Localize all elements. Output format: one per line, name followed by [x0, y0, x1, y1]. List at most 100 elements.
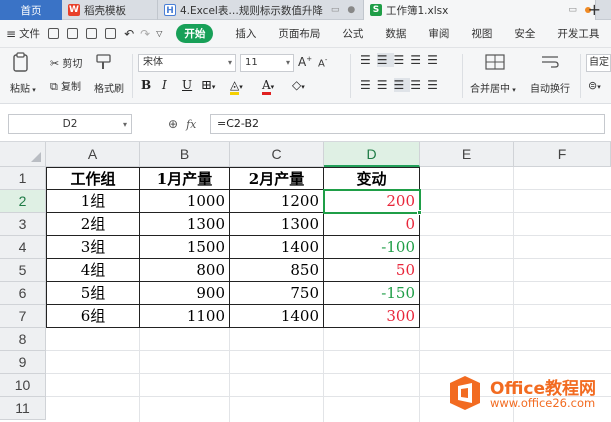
distributed-icon[interactable]: ☰ [427, 78, 444, 92]
row-header-3[interactable]: 3 [0, 213, 46, 236]
italic-button[interactable]: I [162, 78, 167, 92]
fill-color-button[interactable]: ◬▾ [230, 78, 243, 95]
cell-a7[interactable]: 6组 [47, 305, 139, 328]
tab-insert[interactable]: 插入 [235, 26, 256, 41]
fill-handle[interactable] [417, 210, 422, 215]
row-header-10[interactable]: 10 [0, 374, 46, 397]
cell-a5[interactable]: 4组 [47, 259, 139, 282]
number-format-select[interactable]: 自定 [586, 54, 611, 72]
zoom-search-icon[interactable]: ⊕ [168, 117, 178, 131]
cell-a1[interactable]: 工作组 [47, 168, 139, 191]
cell-a2[interactable]: 1组 [47, 190, 139, 213]
cut-button[interactable]: ✂ 剪切 [50, 55, 82, 70]
cell-a3[interactable]: 2组 [47, 213, 139, 236]
cell-a6[interactable]: 5组 [47, 282, 139, 305]
decrease-font-button[interactable]: A- [318, 56, 327, 69]
cell-c3[interactable]: 1300 [230, 213, 323, 236]
cell-c4[interactable]: 1400 [230, 236, 323, 259]
row-header-5[interactable]: 5 [0, 259, 46, 282]
cell-c7[interactable]: 1400 [230, 305, 323, 328]
align-right-icon[interactable]: ☰ [393, 78, 411, 92]
row-header-9[interactable]: 9 [0, 351, 46, 374]
borders-button[interactable]: ⊞▾ [201, 78, 215, 93]
tab-security[interactable]: 安全 [514, 26, 535, 41]
tab-page-layout[interactable]: 页面布局 [278, 26, 320, 41]
name-box[interactable]: D2 ▾ [8, 114, 132, 134]
cell-d6[interactable]: -150 [324, 282, 419, 305]
vertical-align-group[interactable]: ☰☰☰☰☰ [360, 53, 444, 67]
column-header-a[interactable]: A [46, 142, 140, 167]
tab-data[interactable]: 数据 [385, 26, 406, 41]
print-icon[interactable] [86, 28, 98, 39]
fx-icon[interactable]: fx [186, 118, 196, 131]
cell-c2[interactable]: 1200 [230, 190, 323, 213]
align-bottom-icon[interactable]: ☰ [394, 53, 411, 67]
cell-b5[interactable]: 800 [140, 259, 229, 282]
cell-b7[interactable]: 1100 [140, 305, 229, 328]
row-header-2[interactable]: 2 [0, 190, 46, 213]
tab-view[interactable]: 视图 [471, 26, 492, 41]
horizontal-align-group[interactable]: ☰☰☰☰☰ [360, 78, 444, 92]
cell-b4[interactable]: 1500 [140, 236, 229, 259]
merge-center-icon[interactable] [485, 54, 505, 73]
tab-workbook1[interactable]: S 工作簿1.xlsx ▭ [364, 0, 596, 20]
cell-d3[interactable]: 0 [324, 213, 419, 236]
cell-d5[interactable]: 50 [324, 259, 419, 282]
export-pdf-icon[interactable] [67, 28, 79, 39]
align-center-icon[interactable]: ☰ [377, 78, 394, 92]
number-format-icon[interactable]: ⊜▾ [588, 79, 601, 92]
row-header-7[interactable]: 7 [0, 305, 46, 328]
file-menu[interactable]: ≡ 文件 [6, 26, 40, 41]
align-left-icon[interactable]: ☰ [360, 78, 377, 92]
cell-d7[interactable]: 300 [324, 305, 419, 328]
wrap-text-button[interactable]: 自动换行 [530, 80, 570, 95]
save-icon[interactable] [48, 28, 60, 39]
cell-c5[interactable]: 850 [230, 259, 323, 282]
cell-b2[interactable]: 1000 [140, 190, 229, 213]
select-all-button[interactable] [0, 142, 46, 167]
undo-icon[interactable]: ↶ [124, 27, 134, 41]
tab-developer[interactable]: 开发工具 [557, 26, 599, 41]
paste-label-button[interactable]: 粘贴 ▾ [10, 80, 36, 95]
cell-c1[interactable]: 2月产量 [230, 168, 323, 191]
tab-formulas[interactable]: 公式 [342, 26, 363, 41]
row-header-8[interactable]: 8 [0, 328, 46, 351]
outdent-icon[interactable]: ☰ [427, 53, 444, 67]
cell-b3[interactable]: 1300 [140, 213, 229, 236]
quick-access-dropdown-icon[interactable]: ▽ [156, 29, 162, 38]
redo-icon[interactable]: ↷ [140, 27, 150, 41]
formula-input[interactable]: =C2-B2 [210, 114, 605, 134]
indent-icon[interactable]: ☰ [410, 53, 427, 67]
column-header-f[interactable]: F [514, 142, 611, 167]
column-header-b[interactable]: B [140, 142, 230, 167]
cell-b6[interactable]: 900 [140, 282, 229, 305]
wrap-text-icon[interactable] [540, 54, 560, 73]
merge-center-button[interactable]: 合并居中 ▾ [470, 80, 516, 95]
row-header-4[interactable]: 4 [0, 236, 46, 259]
format-painter-button[interactable] [94, 52, 114, 72]
bold-button[interactable]: B [141, 78, 151, 92]
new-tab-button[interactable]: + [588, 0, 601, 20]
align-top-icon[interactable]: ☰ [360, 53, 377, 67]
row-header-1[interactable]: 1 [0, 167, 46, 190]
cell-d4[interactable]: -100 [324, 236, 419, 259]
copy-button[interactable]: ⧉ 复制 [50, 78, 81, 94]
row-header-11[interactable]: 11 [0, 397, 46, 420]
paste-button[interactable] [10, 52, 32, 74]
cell-d1[interactable]: 变动 [324, 168, 419, 191]
cell-c6[interactable]: 750 [230, 282, 323, 305]
cell-b1[interactable]: 1月产量 [140, 168, 229, 191]
underline-button[interactable]: U [182, 78, 192, 92]
tab-window-icon[interactable]: ▭ [568, 5, 577, 15]
column-header-d[interactable]: D [324, 142, 420, 167]
justify-icon[interactable]: ☰ [410, 78, 427, 92]
print-preview-icon[interactable] [105, 28, 117, 39]
row-header-6[interactable]: 6 [0, 282, 46, 305]
cell-a4[interactable]: 3组 [47, 236, 139, 259]
column-header-c[interactable]: C [230, 142, 324, 167]
font-family-select[interactable]: 宋体 ▾ [138, 54, 236, 72]
clear-format-button[interactable]: ◇▾ [292, 78, 305, 92]
font-color-button[interactable]: A▾ [262, 78, 274, 95]
tab-start[interactable]: 开始 [176, 24, 214, 43]
align-middle-icon[interactable]: ☰ [376, 53, 394, 67]
